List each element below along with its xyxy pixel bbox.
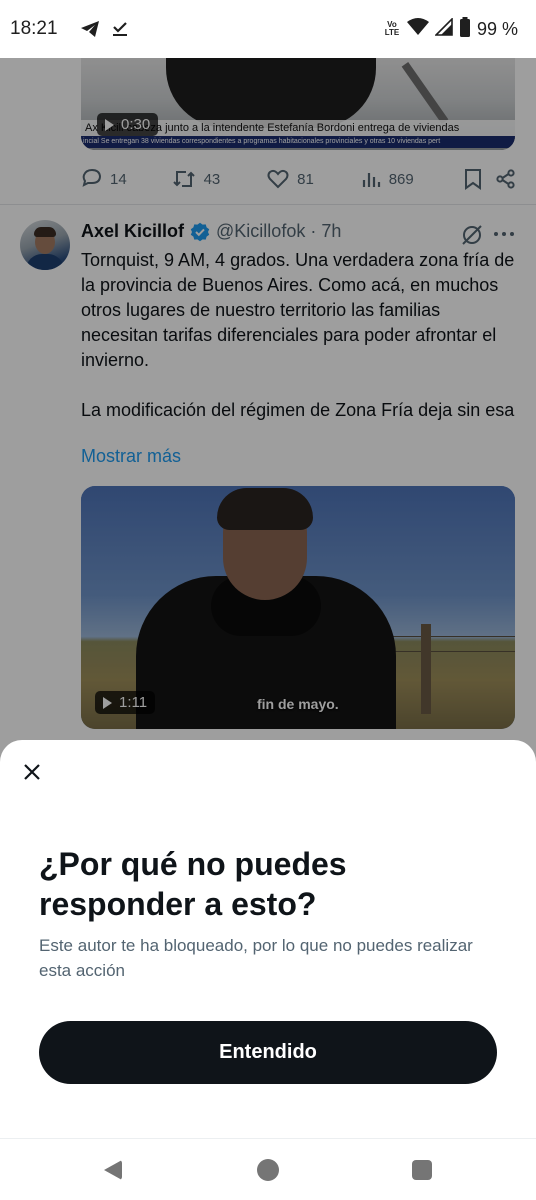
status-bar: 18:21 Vo LTE 99 % [0,0,536,58]
back-icon[interactable] [104,1160,122,1180]
recents-icon[interactable] [412,1160,432,1180]
volte-bottom-label: LTE [384,28,400,37]
understood-button[interactable]: Entendido [39,1021,497,1084]
sheet-description: Este autor te ha bloqueado, por lo que n… [39,936,473,980]
wifi-icon [406,17,429,41]
sheet-title: ¿Por qué no puedes responder a esto? [39,846,347,922]
close-icon[interactable] [20,760,44,784]
status-time: 18:21 [10,18,58,39]
signal-icon [434,16,453,41]
system-navigation-bar [0,1138,536,1200]
bottom-sheet: ¿Por qué no puedes responder a esto? Est… [0,740,536,1138]
telegram-icon [80,19,100,39]
download-done-icon [110,19,130,39]
battery-percent: 99 % [476,18,518,39]
battery-icon [459,16,471,42]
volte-icon: Vo LTE [383,21,401,37]
home-icon[interactable] [257,1159,279,1181]
